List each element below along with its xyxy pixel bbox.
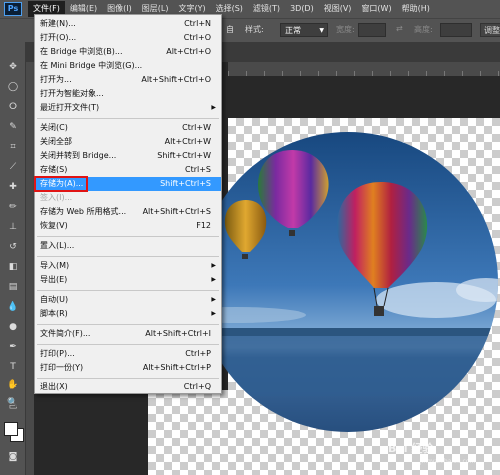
menu-divider	[37, 256, 219, 257]
menu-item-save-for-web[interactable]: 存储为 Web 所用格式... Alt+Shift+Ctrl+S	[35, 205, 221, 219]
menu-item-save[interactable]: 存储(S) Ctrl+S	[35, 163, 221, 177]
ruler-left	[26, 62, 34, 475]
menu-item-close-go-bridge[interactable]: 关闭并转到 Bridge... Shift+Ctrl+W	[35, 149, 221, 163]
style-value: 正常	[285, 26, 301, 35]
crop-tool-icon[interactable]: ⌗	[5, 140, 21, 154]
gradient-tool-icon[interactable]: ▤	[5, 280, 21, 294]
eyedropper-tool-icon[interactable]: ⟋	[5, 160, 21, 174]
menu-item-export[interactable]: 导出(E) ▶	[35, 273, 221, 287]
menu-item-open[interactable]: 打开(O)... Ctrl+O	[35, 31, 221, 45]
clone-stamp-tool-icon[interactable]: ⊥	[5, 220, 21, 234]
menu-item-new[interactable]: 新建(N)... Ctrl+N	[35, 17, 221, 31]
menu-item-browse-bridge[interactable]: 在 Bridge 中浏览(B)... Alt+Ctrl+O	[35, 45, 221, 59]
balloon-photo	[198, 132, 498, 432]
menu-item-print[interactable]: 打印(P)... Ctrl+P	[35, 347, 221, 361]
swap-icon[interactable]: ⇄	[396, 24, 403, 33]
menu-item-browse-mini-bridge[interactable]: 在 Mini Bridge 中浏览(G)...	[35, 59, 221, 73]
zoom-tool-icon[interactable]: 🔍	[5, 396, 21, 410]
menu-divider	[37, 344, 219, 345]
menu-item-close-all[interactable]: 关闭全部 Alt+Ctrl+W	[35, 135, 221, 149]
file-menu-dropdown: 新建(N)... Ctrl+N 打开(O)... Ctrl+O 在 Bridge 中…	[34, 14, 222, 394]
menu-item-import[interactable]: 导入(M) ▶	[35, 259, 221, 273]
menu-divider	[37, 290, 219, 291]
menu-divider	[37, 118, 219, 119]
quick-mask-icon[interactable]: ◙	[5, 450, 21, 464]
type-tool-icon[interactable]: T	[5, 360, 21, 374]
submenu-arrow-icon: ▶	[211, 104, 216, 111]
menu-item-place[interactable]: 置入(L)...	[35, 239, 221, 253]
quick-select-tool-icon[interactable]: ✎	[5, 120, 21, 134]
pen-tool-icon[interactable]: ✒	[5, 340, 21, 354]
menu-item-print-one-copy[interactable]: 打印一份(Y) Alt+Shift+Ctrl+P	[35, 361, 221, 375]
menu-window[interactable]: 窗口(W)	[356, 1, 396, 17]
menu-item-exit[interactable]: 退出(X) Ctrl+Q	[35, 380, 221, 394]
menu-divider	[37, 236, 219, 237]
menu-item-automate[interactable]: 自动(U) ▶	[35, 293, 221, 307]
menu-filter[interactable]: 滤镜(T)	[248, 1, 285, 17]
style-select[interactable]: 正常 ▼	[280, 23, 328, 37]
width-input[interactable]	[358, 23, 386, 37]
blur-tool-icon[interactable]: 💧	[5, 300, 21, 314]
healing-brush-tool-icon[interactable]: ✚	[5, 180, 21, 194]
menu-view[interactable]: 视图(V)	[319, 1, 357, 17]
menu-item-file-info[interactable]: 文件简介(F)... Alt+Shift+Ctrl+I	[35, 327, 221, 341]
toolbox: ✥ ◯ ⵔ ✎ ⌗ ⟋ ✚ ✏ ⊥ ↺ ◧ ▤ 💧 ● ✒ T ➤ ▭	[0, 42, 26, 475]
menu-item-open-as[interactable]: 打开为... Alt+Shift+Ctrl+O	[35, 73, 221, 87]
menu-divider	[37, 324, 219, 325]
menu-item-open-smart-object[interactable]: 打开为智能对象...	[35, 87, 221, 101]
refine-edge-button[interactable]: 调整	[480, 23, 500, 37]
height-input[interactable]	[440, 23, 472, 37]
menu-item-check-in: 签入(I)...	[40, 193, 73, 202]
move-tool-icon[interactable]: ✥	[5, 60, 21, 74]
photoshop-logo: Ps	[4, 2, 22, 16]
chevron-down-icon: ▼	[319, 27, 324, 34]
submenu-arrow-icon: ▶	[211, 262, 216, 269]
height-label: 高度:	[414, 25, 433, 34]
ruler-top	[228, 62, 500, 76]
hand-tool-icon[interactable]: ✋	[5, 378, 21, 392]
style-label: 样式:	[245, 25, 264, 34]
foreground-color-swatch[interactable]	[4, 422, 18, 436]
submenu-arrow-icon: ▶	[211, 276, 216, 283]
menu-item-close[interactable]: 关闭(C) Ctrl+W	[35, 121, 221, 135]
dodge-tool-icon[interactable]: ●	[5, 320, 21, 334]
watermark: Bai 经验	[388, 442, 434, 455]
marquee-tool-icon[interactable]: ◯	[5, 80, 21, 94]
submenu-arrow-icon: ▶	[211, 296, 216, 303]
menu-item-scripts[interactable]: 脚本(R) ▶	[35, 307, 221, 321]
menu-divider	[37, 378, 219, 379]
options-partial-label: 自	[226, 25, 234, 34]
lasso-tool-icon[interactable]: ⵔ	[5, 100, 21, 114]
menu-help[interactable]: 帮助(H)	[397, 1, 435, 17]
menu-item-revert[interactable]: 恢复(V) F12	[35, 219, 221, 233]
brush-tool-icon[interactable]: ✏	[5, 200, 21, 214]
annotation-highlight-box	[34, 176, 88, 192]
width-label: 宽度:	[336, 25, 355, 34]
history-brush-tool-icon[interactable]: ↺	[5, 240, 21, 254]
menu-item-recent-files[interactable]: 最近打开文件(T) ▶	[35, 101, 221, 115]
eraser-tool-icon[interactable]: ◧	[5, 260, 21, 274]
watermark-url: jingyan.baidu.com	[420, 458, 476, 465]
menu-3d[interactable]: 3D(D)	[285, 1, 319, 17]
submenu-arrow-icon: ▶	[211, 310, 216, 317]
